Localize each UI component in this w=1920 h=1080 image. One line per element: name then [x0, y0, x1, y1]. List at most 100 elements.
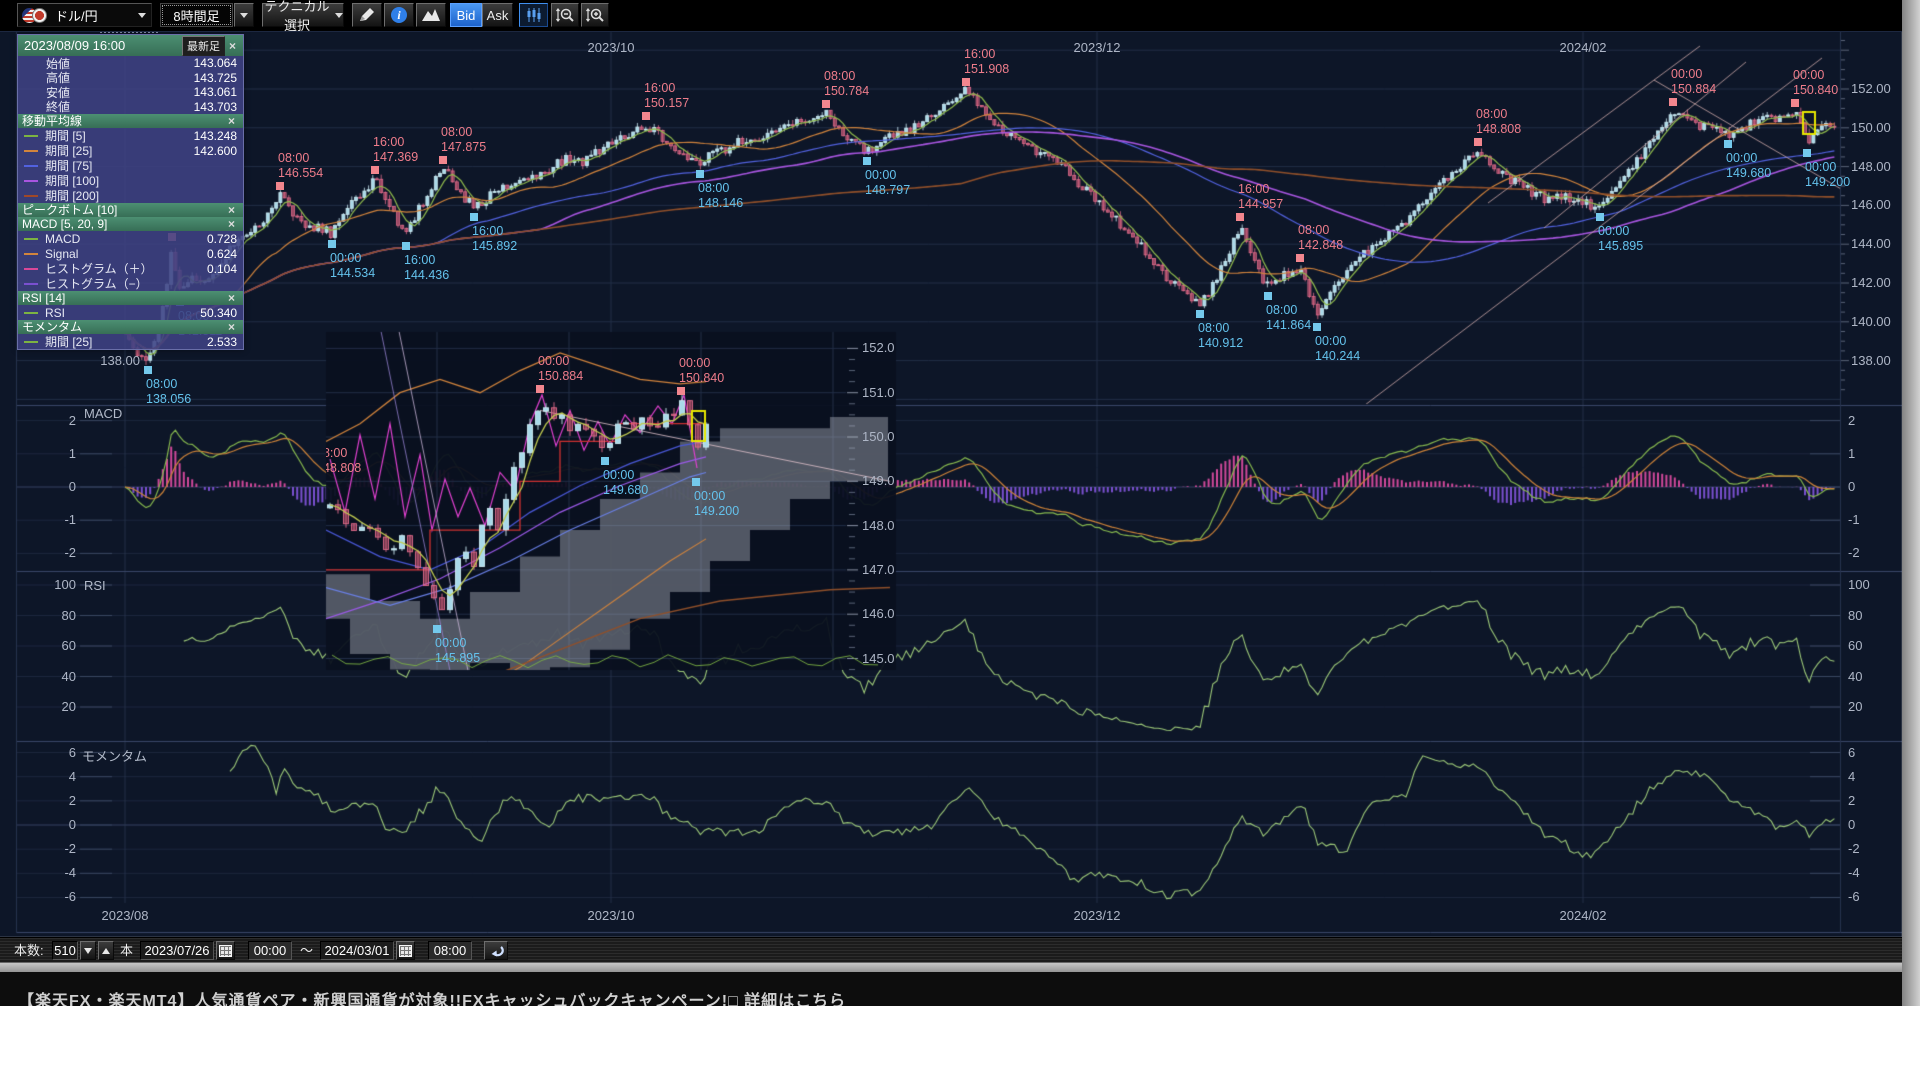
- time-from-input[interactable]: [248, 941, 292, 960]
- date-to-calendar-button[interactable]: [396, 941, 415, 960]
- close-icon[interactable]: ×: [224, 203, 239, 217]
- draw-pencil-button[interactable]: [352, 3, 382, 27]
- section-header-ma: 移動平均線×: [18, 114, 243, 128]
- indicator-row: 期間 [100]: [18, 173, 243, 188]
- indicator-row: Signal0.624: [18, 246, 243, 261]
- timeframe-display[interactable]: 8時間足: [160, 3, 233, 27]
- section-header-peakbottom: ピークボトム [10]×: [18, 203, 243, 217]
- count-step-down-button[interactable]: [80, 941, 96, 960]
- chevron-down-icon: [335, 13, 343, 22]
- triangle-down-icon: [84, 948, 92, 958]
- toolbar: ドル/円 8時間足 テクニカル選択 i Bid Ask: [0, 0, 1902, 32]
- indicator-value: 143.703: [194, 100, 237, 114]
- japan-flag-icon: [32, 8, 47, 23]
- zoom-in-button[interactable]: [581, 3, 609, 27]
- indicator-value: 142.600: [194, 144, 237, 158]
- news-ticker[interactable]: 【楽天FX・楽天MT4】人気通貨ペア・新興国通貨が対象!!FXキャッシュバックキ…: [0, 972, 1902, 1006]
- close-icon[interactable]: ×: [224, 320, 239, 334]
- ask-button[interactable]: Ask: [482, 3, 513, 27]
- color-swatch: [24, 283, 38, 285]
- zoom-in-icon: [585, 7, 605, 23]
- color-swatch: [24, 238, 38, 240]
- color-swatch: [24, 150, 38, 152]
- section-header-rsi: RSI [14]×: [18, 291, 243, 305]
- close-icon[interactable]: ×: [225, 39, 240, 53]
- indicator-value: 2.533: [207, 335, 237, 349]
- indicator-label: MACD: [45, 232, 207, 246]
- indicator-row: ヒストグラム（＋）0.104: [18, 261, 243, 276]
- indicator-row: 期間 [5]143.248: [18, 128, 243, 143]
- info-button[interactable]: i: [384, 3, 414, 27]
- indicator-row: 期間 [75]: [18, 158, 243, 173]
- date-from-input[interactable]: [140, 941, 214, 960]
- currency-pair-label: ドル/円: [47, 6, 138, 25]
- triangle-up-icon: [102, 944, 110, 954]
- chevron-down-icon: [240, 13, 248, 22]
- pencil-icon: [358, 7, 376, 23]
- bid-button[interactable]: Bid: [450, 3, 482, 27]
- timeframe-label: 8時間足: [173, 6, 219, 25]
- color-swatch: [24, 195, 38, 197]
- indicator-label: RSI: [45, 306, 200, 320]
- selected-bar-datetime: 2023/08/09 16:00: [21, 38, 182, 53]
- indicator-value: 143.725: [194, 71, 237, 85]
- color-swatch: [24, 253, 38, 255]
- color-swatch: [24, 180, 38, 182]
- return-arrow-icon: [488, 944, 504, 958]
- date-to-input[interactable]: [320, 941, 394, 960]
- close-icon[interactable]: ×: [224, 291, 239, 305]
- trading-app-window: 152.00150.00148.00146.00144.00142.00140.…: [0, 0, 1920, 1080]
- indicator-value: 0.624: [207, 247, 237, 261]
- candlestick-icon: [525, 7, 543, 23]
- indicator-value: 143.064: [194, 56, 237, 70]
- indicator-info-panel[interactable]: 2023/08/09 16:00最新足×始値143.064高値143.725安値…: [17, 34, 244, 350]
- window-edge: [1902, 0, 1920, 1006]
- bar-count-input[interactable]: [52, 941, 78, 960]
- color-swatch: [24, 165, 38, 167]
- technical-select-button[interactable]: テクニカル選択: [262, 3, 344, 27]
- page-margin: [0, 1006, 1920, 1080]
- range-tilde: ～: [300, 941, 313, 960]
- indicator-value: 50.340: [200, 306, 237, 320]
- indicator-label: Signal: [45, 247, 207, 261]
- indicator-row: 期間 [25]142.600: [18, 143, 243, 158]
- ticker-text: 【楽天FX・楽天MT4】人気通貨ペア・新興国通貨が対象!!FXキャッシュバックキ…: [18, 987, 846, 1006]
- timeframe-dropdown-button[interactable]: [234, 3, 254, 27]
- indicator-label: 終値: [46, 98, 194, 115]
- candlestick-chart-button[interactable]: [519, 3, 548, 27]
- indicator-label: 期間 [200]: [45, 187, 237, 204]
- currency-pair-select[interactable]: ドル/円: [17, 3, 152, 27]
- section-header-macd: MACD [5, 20, 9]×: [18, 217, 243, 231]
- indicator-row: MACD0.728: [18, 231, 243, 246]
- latest-bar-button[interactable]: 最新足: [182, 36, 225, 56]
- color-swatch: [24, 268, 38, 270]
- date-from-calendar-button[interactable]: [216, 941, 235, 960]
- indicator-label: 期間 [25]: [45, 333, 207, 350]
- indicator-row: RSI50.340: [18, 305, 243, 320]
- color-swatch: [24, 312, 38, 314]
- range-bar: 本数: 本 ～: [0, 937, 1902, 963]
- mountain-icon: [421, 8, 441, 22]
- area-chart-button[interactable]: [416, 3, 446, 27]
- bar-count-label: 本数:: [14, 941, 44, 960]
- time-to-input[interactable]: [428, 941, 472, 960]
- info-icon: i: [391, 7, 407, 23]
- technical-select-label: テクニカル選択: [263, 0, 331, 34]
- calendar-icon: [219, 945, 232, 957]
- zoom-out-icon: [555, 7, 575, 23]
- price-chart-canvas[interactable]: [0, 0, 1920, 1080]
- close-icon[interactable]: ×: [224, 114, 239, 128]
- zoom-out-button[interactable]: [551, 3, 579, 27]
- indicator-label: ヒストグラム（−）: [45, 275, 237, 292]
- indicator-value: 0.728: [207, 232, 237, 246]
- indicator-value: 143.248: [194, 129, 237, 143]
- reset-range-button[interactable]: [484, 941, 508, 960]
- section-header-momentum: モメンタム×: [18, 320, 243, 334]
- calendar-icon: [399, 945, 412, 957]
- indicator-value: 0.104: [207, 262, 237, 276]
- count-step-up-button[interactable]: [98, 941, 114, 960]
- bar-unit-label: 本: [120, 941, 133, 960]
- indicator-row: 期間 [200]: [18, 188, 243, 203]
- close-icon[interactable]: ×: [224, 217, 239, 231]
- indicator-row: ヒストグラム（−）: [18, 276, 243, 291]
